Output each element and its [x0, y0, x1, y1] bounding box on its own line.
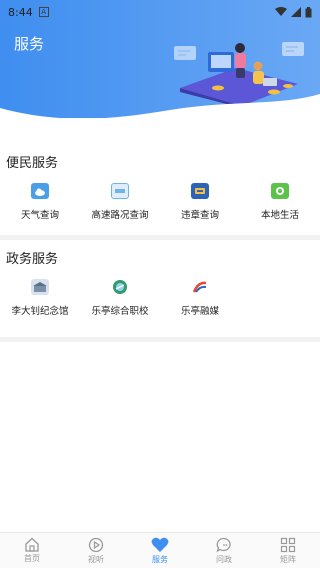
banner-wave [0, 94, 320, 118]
tab-label: 矩阵 [280, 554, 296, 564]
service-weather[interactable]: 天气查询 [0, 183, 80, 221]
tab-inquiry[interactable]: 问政 [192, 533, 256, 568]
tab-label: 服务 [152, 554, 168, 564]
tab-label: 视听 [88, 554, 104, 564]
service-label: 违章查询 [180, 210, 219, 221]
service-label: 乐亭融媒 [180, 306, 219, 317]
highway-icon [111, 183, 129, 199]
service-label: 乐亭综合职校 [91, 306, 149, 317]
play-icon [88, 537, 104, 552]
memorial-icon [31, 279, 49, 295]
status-time: 8:44 [8, 5, 33, 19]
status-bar: 8:44 A [0, 0, 320, 24]
service-media[interactable]: 乐亭融媒 [160, 279, 240, 317]
grid-icon [280, 537, 296, 552]
section-title: 政务服务 [6, 252, 59, 267]
page-title: 服务 [14, 35, 45, 53]
tab-video[interactable]: 视听 [64, 533, 128, 568]
violation-icon [191, 183, 209, 199]
tab-matrix[interactable]: 矩阵 [256, 533, 320, 568]
service-label: 本地生活 [260, 210, 299, 221]
tab-label: 首页 [24, 554, 40, 563]
service-local-life[interactable]: 本地生活 [240, 183, 320, 221]
weather-icon [31, 183, 49, 199]
section-government: 政务服务 李大钊纪念馆 乐亭综合职校 乐亭融媒 [0, 248, 320, 317]
tab-label: 问政 [216, 554, 232, 564]
local-life-icon [271, 183, 289, 199]
service-label: 天气查询 [20, 210, 59, 221]
service-label: 李大钊纪念馆 [11, 306, 69, 317]
section-divider [0, 235, 320, 240]
media-icon [191, 279, 209, 295]
tab-home[interactable]: 首页 [0, 533, 64, 568]
section-divider [0, 337, 320, 342]
heart-icon [151, 537, 169, 552]
bottom-tab-bar: 首页 视听 服务 问政 矩阵 [0, 532, 320, 568]
wifi-icon [275, 7, 287, 16]
battery-icon [305, 6, 312, 17]
service-highway[interactable]: 高速路况查询 [80, 183, 160, 221]
service-school[interactable]: 乐亭综合职校 [80, 279, 160, 317]
home-icon [25, 537, 39, 552]
section-convenience: 便民服务 天气查询 高速路况查询 违章查询 本地生活 [0, 152, 320, 221]
notification-icon: A [38, 7, 49, 17]
chat-icon [216, 537, 231, 552]
service-label: 高速路况查询 [91, 210, 149, 221]
tab-service[interactable]: 服务 [128, 533, 192, 568]
school-icon [111, 279, 129, 295]
service-violation[interactable]: 违章查询 [160, 183, 240, 221]
section-title: 便民服务 [6, 156, 59, 171]
signal-icon [291, 7, 301, 17]
service-memorial[interactable]: 李大钊纪念馆 [0, 279, 80, 317]
